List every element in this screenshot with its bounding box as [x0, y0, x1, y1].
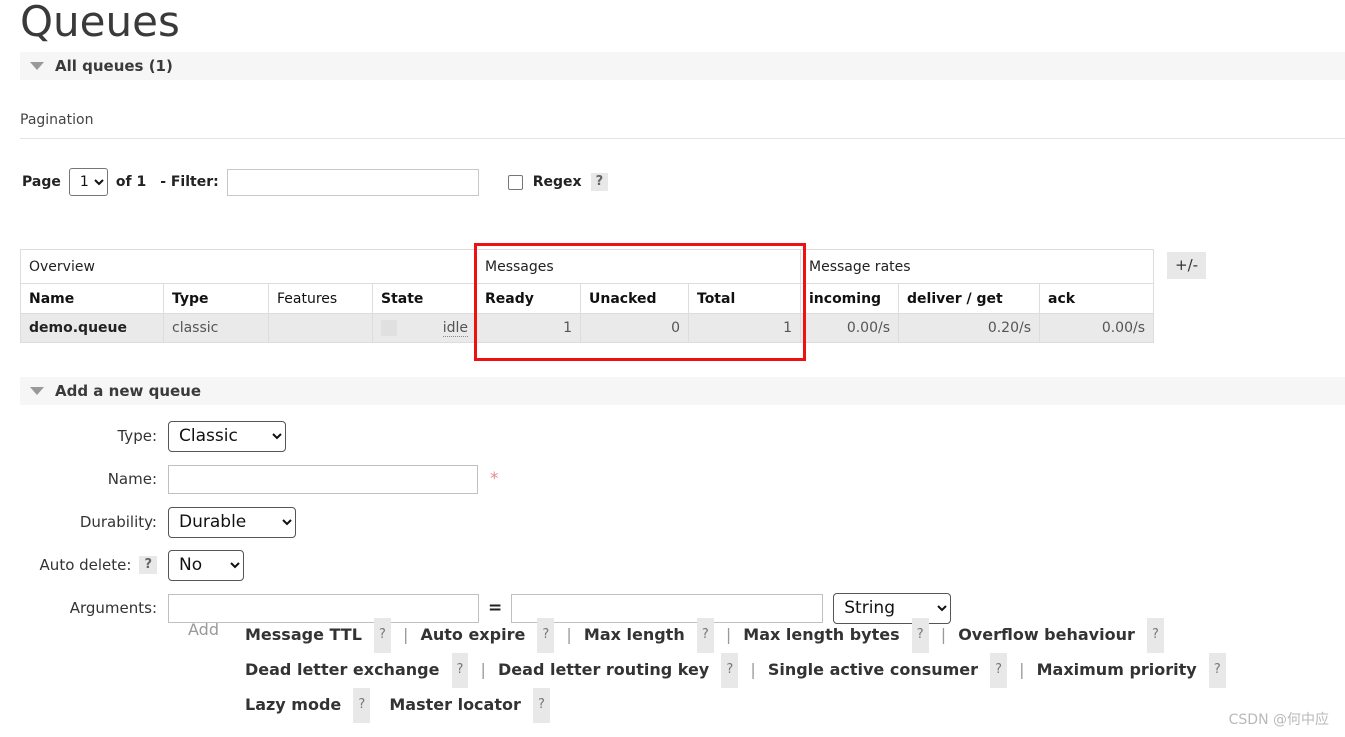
- section-all-queues-label: All queues (1): [55, 57, 173, 75]
- group-message-rates: Message rates: [800, 249, 1154, 284]
- arg-link-max-length-bytes[interactable]: Max length bytes: [743, 625, 899, 644]
- watermark: CSDN @何中应: [1228, 712, 1329, 728]
- cell-queue-features: [268, 313, 373, 343]
- arguments-label: Arguments:: [69, 599, 157, 617]
- arg-link-message-ttl[interactable]: Message TTL: [245, 625, 362, 644]
- state-indicator-icon: [381, 320, 397, 336]
- col-name[interactable]: Name: [20, 283, 164, 314]
- cell-rate-deliver-get: 0.20/s: [898, 313, 1040, 343]
- arg-link-lazy-mode[interactable]: Lazy mode: [245, 695, 341, 714]
- cell-queue-name[interactable]: demo.queue: [20, 313, 164, 343]
- durability-label: Durability:: [79, 513, 157, 531]
- cell-rate-incoming: 0.00/s: [800, 313, 899, 343]
- col-ready[interactable]: Ready: [476, 283, 581, 314]
- col-incoming[interactable]: incoming: [800, 283, 899, 314]
- argument-preset-links: Message TTL ? | Auto expire ? | Max leng…: [245, 618, 1345, 723]
- separator: |: [402, 625, 409, 644]
- arg-link-maximum-priority[interactable]: Maximum priority: [1037, 660, 1197, 679]
- col-unacked[interactable]: Unacked: [580, 283, 689, 314]
- type-label: Type:: [117, 427, 157, 445]
- col-state[interactable]: State: [372, 283, 477, 314]
- col-ack[interactable]: ack: [1039, 283, 1154, 314]
- auto-delete-select[interactable]: No: [168, 549, 244, 581]
- add-queue-form: Type: Classic Name: * Durability: Durabl…: [0, 420, 1345, 723]
- regex-help-icon[interactable]: ?: [590, 173, 609, 191]
- durability-select[interactable]: Durable: [168, 506, 296, 538]
- message-ttl-help-icon[interactable]: ?: [373, 618, 391, 653]
- regex-label: Regex: [532, 174, 582, 190]
- arg-link-max-length[interactable]: Max length: [584, 625, 685, 644]
- queues-page: Queues All queues (1) Pagination Page 1 …: [0, 0, 1345, 737]
- separator: |: [566, 625, 572, 644]
- cell-messages-unacked: 0: [580, 313, 689, 343]
- equals-sign: =: [488, 598, 503, 618]
- filter-input[interactable]: [226, 168, 479, 196]
- cell-messages-total: 1: [688, 313, 801, 343]
- page-select[interactable]: 1: [68, 168, 108, 196]
- form-row-auto-delete: Auto delete: ? No: [0, 549, 1345, 581]
- cell-messages-ready: 1: [476, 313, 581, 343]
- arg-link-dead-letter-exchange[interactable]: Dead letter exchange: [245, 660, 439, 679]
- column-toggle-button[interactable]: +/-: [1167, 252, 1207, 279]
- dead-letter-exchange-help-icon[interactable]: ?: [451, 653, 469, 688]
- page-of-label: of 1: [115, 174, 147, 190]
- dead-letter-routing-key-help-icon[interactable]: ?: [721, 653, 739, 688]
- section-add-queue-label: Add a new queue: [55, 382, 202, 400]
- arg-link-dead-letter-routing-key[interactable]: Dead letter routing key: [498, 660, 709, 679]
- separator: |: [1019, 660, 1025, 679]
- lazy-mode-help-icon[interactable]: ?: [353, 688, 371, 723]
- single-active-consumer-help-icon[interactable]: ?: [990, 653, 1008, 688]
- auto-delete-label-wrap: Auto delete: ?: [0, 556, 168, 574]
- separator: |: [725, 625, 732, 644]
- pagination-divider: [20, 138, 1345, 139]
- separator: |: [940, 625, 947, 644]
- max-length-help-icon[interactable]: ?: [696, 618, 714, 653]
- cell-queue-state: idle: [372, 313, 477, 343]
- arg-link-auto-expire[interactable]: Auto expire: [420, 625, 525, 644]
- page-title: Queues: [20, 0, 180, 46]
- section-add-queue[interactable]: Add a new queue: [20, 377, 1345, 405]
- name-input[interactable]: [168, 464, 478, 494]
- type-select[interactable]: Classic: [168, 420, 286, 452]
- chevron-down-icon: [30, 62, 44, 70]
- cell-rate-ack: 0.00/s: [1039, 313, 1154, 343]
- regex-checkbox[interactable]: [507, 174, 523, 190]
- name-label: Name:: [107, 470, 157, 488]
- table-row[interactable]: demo.queue classic idle 1 0 1 0.00/s 0.2…: [20, 313, 1154, 343]
- col-total[interactable]: Total: [688, 283, 801, 314]
- arg-link-overflow-behaviour[interactable]: Overflow behaviour: [958, 625, 1135, 644]
- cell-queue-type: classic: [163, 313, 269, 343]
- page-label: Page: [22, 174, 61, 190]
- required-asterisk: *: [490, 469, 499, 489]
- group-overview: Overview: [20, 249, 477, 284]
- add-argument-button[interactable]: Add: [188, 620, 219, 639]
- auto-delete-help-icon[interactable]: ?: [139, 556, 157, 574]
- state-text: idle: [442, 320, 468, 337]
- col-deliver-get[interactable]: deliver / get: [898, 283, 1040, 314]
- form-row-durability: Durability: Durable: [0, 506, 1345, 538]
- auto-expire-help-icon[interactable]: ?: [537, 618, 555, 653]
- pagination-heading: Pagination: [20, 112, 94, 128]
- separator: |: [750, 660, 756, 679]
- pagination-controls: Page 1 of 1 - Filter: Regex ?: [22, 167, 609, 197]
- section-all-queues[interactable]: All queues (1): [20, 52, 1345, 80]
- group-messages: Messages: [476, 249, 801, 284]
- col-features[interactable]: Features: [268, 283, 373, 314]
- master-locator-help-icon[interactable]: ?: [532, 688, 550, 723]
- table-group-header-row: Overview Messages Message rates: [20, 249, 1154, 284]
- overflow-behaviour-help-icon[interactable]: ?: [1146, 618, 1164, 653]
- auto-delete-label: Auto delete:: [39, 556, 132, 574]
- form-row-type: Type: Classic: [0, 420, 1345, 452]
- arg-link-master-locator[interactable]: Master locator: [389, 695, 521, 714]
- filter-label: - Filter:: [160, 174, 219, 190]
- queues-table: Overview Messages Message rates Name Typ…: [20, 249, 1154, 343]
- form-row-name: Name: *: [0, 463, 1345, 495]
- col-type[interactable]: Type: [163, 283, 269, 314]
- chevron-down-icon: [30, 387, 44, 395]
- maximum-priority-help-icon[interactable]: ?: [1208, 653, 1226, 688]
- table-header-row: Name Type Features State Ready Unacked T…: [20, 283, 1154, 314]
- max-length-bytes-help-icon[interactable]: ?: [911, 618, 929, 653]
- arg-link-single-active-consumer[interactable]: Single active consumer: [768, 660, 978, 679]
- separator: |: [480, 660, 486, 679]
